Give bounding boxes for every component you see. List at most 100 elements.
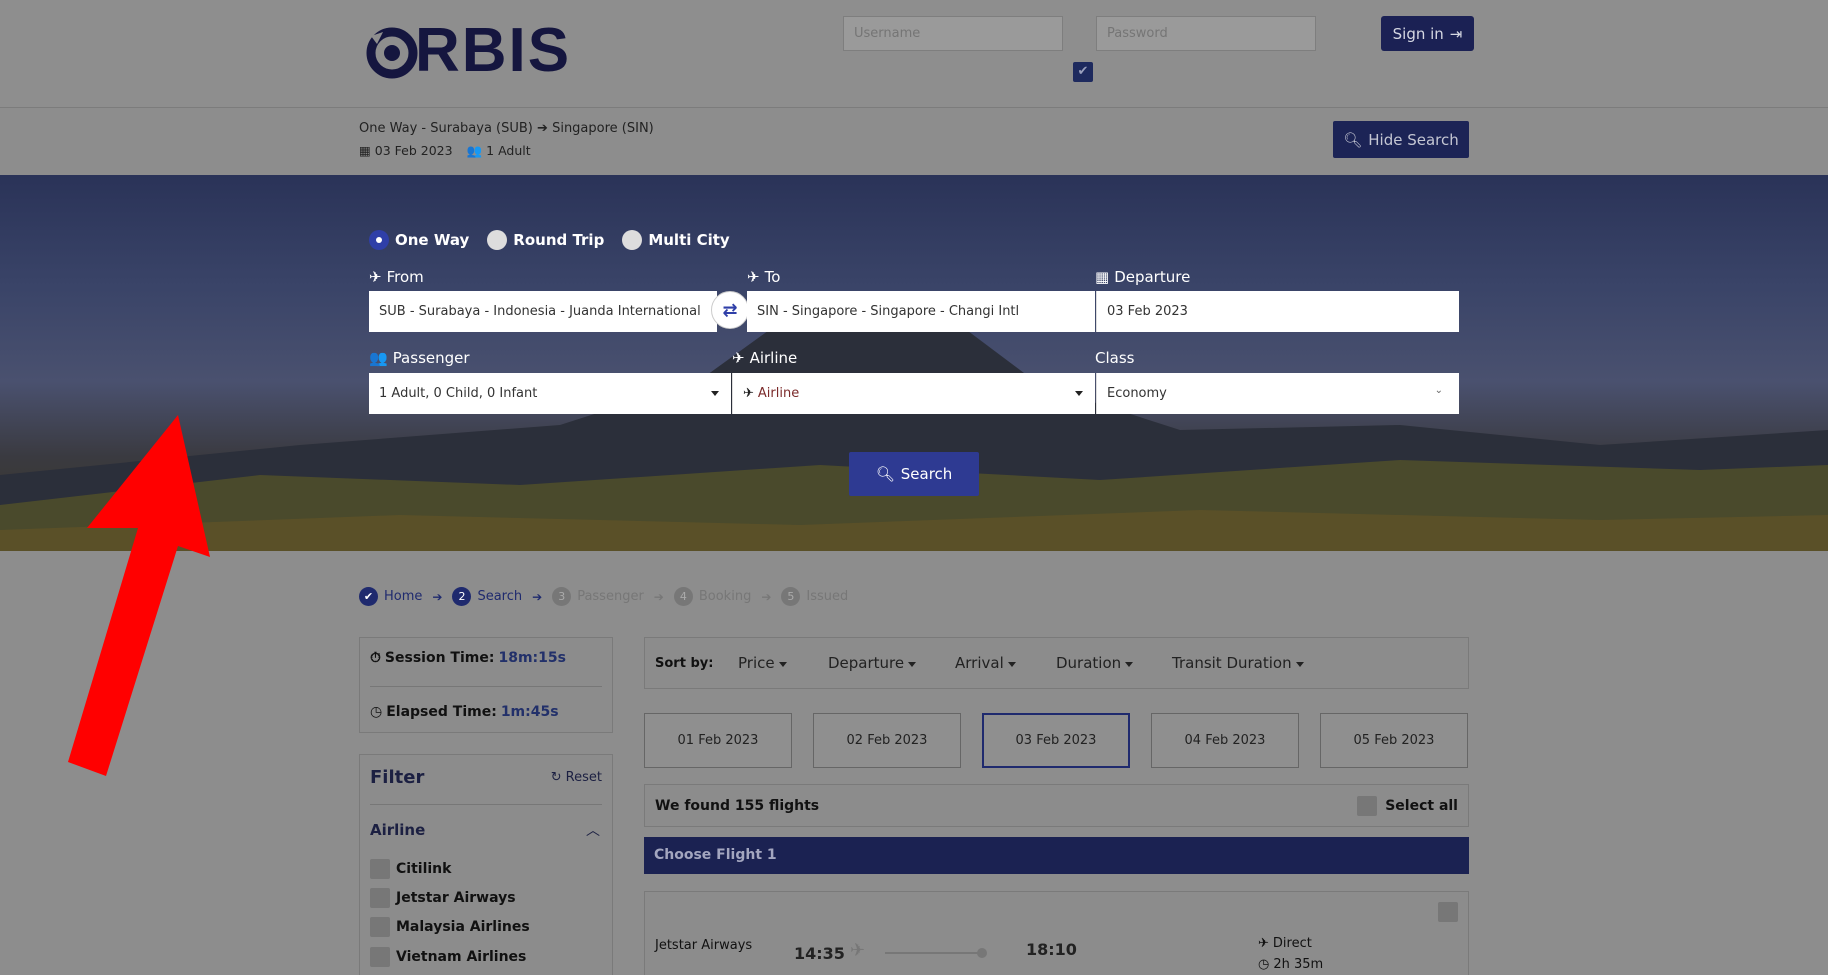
to-input[interactable]: SIN - Singapore - Singapore - Changi Int… <box>747 291 1095 332</box>
airline-name: Jetstar Airways <box>396 890 516 906</box>
airline-dropdown[interactable]: ✈ Airline <box>732 373 1095 414</box>
search-button[interactable]: 🔍︎ Search <box>849 452 979 496</box>
route-summary: One Way - Surabaya (SUB) ➔ Singapore (SI… <box>359 121 654 136</box>
sort-arrival[interactable]: Arrival <box>955 654 1016 672</box>
passenger-dropdown[interactable]: 1 Adult, 0 Child, 0 Infant <box>369 373 731 414</box>
select-all[interactable]: Select all <box>1357 796 1458 816</box>
sort-price[interactable]: Price <box>738 654 787 672</box>
plane-icon: ✈ <box>743 386 754 401</box>
departure-input[interactable]: 03 Feb 2023 <box>1096 291 1459 332</box>
trip-round-trip[interactable]: Round Trip <box>487 230 604 250</box>
logo-text: RBIS <box>415 16 572 85</box>
trip-one-way[interactable]: One Way <box>369 230 469 250</box>
checkbox[interactable] <box>1357 796 1378 816</box>
divider <box>370 686 602 687</box>
hide-search-label: Hide Search <box>1368 130 1459 149</box>
passenger-label: 👥 Passenger <box>369 349 470 367</box>
step-search[interactable]: 2 Search <box>452 587 522 606</box>
results-count-bar: We found 155 flights Select all <box>644 784 1469 827</box>
passenger-value: 1 Adult, 0 Child, 0 Infant <box>379 386 538 401</box>
from-label-text: From <box>386 268 424 286</box>
filter-airline-vietnam[interactable]: Vietnam Airlines <box>370 947 526 967</box>
remember-checkbox[interactable]: ✔ <box>1073 62 1093 82</box>
passenger-label-text: Passenger <box>392 349 470 367</box>
calendar-icon: ▦ <box>359 143 371 158</box>
arrow-right-icon: ➔ <box>532 589 543 604</box>
elapsed-time: ◷ Elapsed Time: 1m:45s <box>370 704 559 720</box>
filter-airline-jetstar[interactable]: Jetstar Airways <box>370 888 516 908</box>
step-number: 2 <box>452 587 472 606</box>
flight-stops: ✈ Direct <box>1258 936 1312 951</box>
step-label: Issued <box>806 589 849 604</box>
plane-icon: ✈ <box>850 940 866 961</box>
chevron-down-icon: ⌄ <box>1434 385 1443 396</box>
arrow-right-icon: ➔ <box>537 121 548 136</box>
flight-card[interactable]: Jetstar Airways 14:35 ✈ 18:10 ✈ Direct ◷ 2… <box>644 891 1469 975</box>
trip-round-trip-label: Round Trip <box>513 231 605 249</box>
step-number: 4 <box>673 587 693 606</box>
class-select[interactable]: Economy ⌄ <box>1096 373 1459 414</box>
summary-passengers: 👥 1 Adult <box>467 143 531 159</box>
sort-departure[interactable]: Departure <box>828 654 916 672</box>
booking-steps: ✔ Home ➔ 2 Search ➔ 3 Passenger ➔ 4 Booking … <box>359 587 848 606</box>
logo-ring-icon <box>366 27 418 79</box>
trip-multi-city-label: Multi City <box>648 231 730 249</box>
to-label-text: To <box>764 268 781 286</box>
caret-down-icon <box>711 391 719 396</box>
filter-airline-citilink[interactable]: Citilink <box>370 859 451 879</box>
sort-transit-duration[interactable]: Transit Duration <box>1172 654 1304 672</box>
radio-unselected <box>487 230 508 250</box>
select-all-label: Select all <box>1385 798 1458 814</box>
checkbox[interactable] <box>1438 902 1458 922</box>
summary-passengers-text: 1 Adult <box>486 143 531 158</box>
filter-reset-label: Reset <box>565 770 602 785</box>
class-value: Economy <box>1107 386 1167 401</box>
arrow-right-icon: ➔ <box>761 589 772 604</box>
from-input[interactable]: SUB - Surabaya - Indonesia - Juanda Inte… <box>369 291 717 332</box>
date-option[interactable]: 02 Feb 2023 <box>813 713 961 768</box>
username-input[interactable] <box>843 16 1063 51</box>
refresh-icon: ↻ <box>550 770 562 785</box>
flight-duration-text: 2h 35m <box>1273 957 1324 972</box>
checkbox[interactable] <box>370 917 390 937</box>
landing-icon: ✈ <box>747 268 760 286</box>
session-timer-panel: ⏱ Session Time: 18m:15s ◷ Elapsed Time: … <box>359 637 613 733</box>
date-option-selected[interactable]: 03 Feb 2023 <box>982 713 1130 768</box>
airline-label: ✈ Airline <box>732 349 797 367</box>
sort-duration[interactable]: Duration <box>1056 654 1133 672</box>
date-option[interactable]: 01 Feb 2023 <box>644 713 792 768</box>
hide-search-button[interactable]: 🔍︎ Hide Search <box>1333 121 1469 158</box>
summary-date-text: 03 Feb 2023 <box>374 143 453 158</box>
summary-meta: ▦ 03 Feb 2023 👥 1 Adult <box>359 143 531 159</box>
checkbox[interactable] <box>370 947 390 967</box>
filter-panel: Filter ↻ Reset Airline ︿ Citilink Jetsta… <box>359 754 613 975</box>
class-label: Class <box>1095 349 1134 367</box>
search-icon: 🔍︎ <box>875 465 895 483</box>
flight-select-checkbox[interactable] <box>1438 902 1458 926</box>
session-time-value: 18m:15s <box>498 650 566 666</box>
orbis-logo[interactable]: RBIS <box>363 16 572 85</box>
summary-date: ▦ 03 Feb 2023 <box>359 143 453 159</box>
date-option[interactable]: 04 Feb 2023 <box>1151 713 1299 768</box>
plane-icon: ✈ <box>732 349 745 367</box>
step-label: Home <box>384 589 423 604</box>
filter-airline-malaysia[interactable]: Malaysia Airlines <box>370 917 530 937</box>
chevron-up-icon[interactable]: ︿ <box>586 820 600 840</box>
radio-unselected <box>622 230 643 250</box>
swap-route-button[interactable]: ⇄ <box>711 291 749 329</box>
signin-button[interactable]: Sign in ⇥ <box>1381 16 1474 51</box>
checkbox[interactable] <box>370 859 390 879</box>
date-option[interactable]: 05 Feb 2023 <box>1320 713 1468 768</box>
clock-icon: ◷ <box>370 704 383 720</box>
checkbox[interactable] <box>370 888 390 908</box>
password-input[interactable] <box>1096 16 1316 51</box>
trip-multi-city[interactable]: Multi City <box>622 230 730 250</box>
filter-section-airline[interactable]: Airline <box>370 821 425 839</box>
filter-reset-button[interactable]: ↻ Reset <box>551 770 602 785</box>
flight-airline: Jetstar Airways <box>655 938 753 953</box>
sort-label: Sort by: <box>655 656 714 671</box>
step-home[interactable]: ✔ Home <box>359 587 422 606</box>
sort-bar: Sort by: Price Departure Arrival Duratio… <box>644 637 1469 689</box>
step-number: 5 <box>781 587 801 606</box>
filter-title: Filter <box>370 767 425 788</box>
